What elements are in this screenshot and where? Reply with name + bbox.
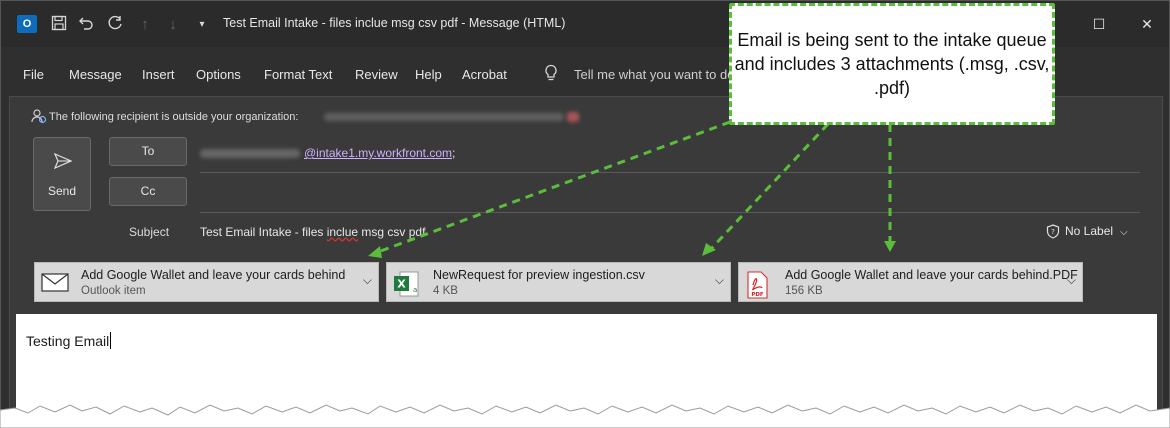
lightbulb-icon [544, 64, 558, 82]
svg-text:?: ? [1051, 228, 1055, 236]
send-icon [54, 153, 72, 169]
next-item-icon[interactable]: ↓ [163, 15, 183, 35]
menu-message[interactable]: Message [69, 67, 122, 82]
undo-icon[interactable] [76, 15, 96, 35]
envelope-icon [41, 271, 69, 295]
cc-field-underline [200, 212, 1140, 213]
text-caret [110, 332, 112, 349]
external-recipient-icon [31, 108, 47, 124]
cc-button[interactable]: Cc [109, 177, 187, 206]
subject-text-suffix: msg csv pdf [358, 225, 426, 239]
excel-icon: Xa [393, 271, 421, 297]
sensitivity-label-text: No Label [1065, 224, 1114, 238]
subject-label: Subject [129, 225, 170, 239]
save-icon[interactable] [49, 15, 69, 35]
chevron-down-icon[interactable]: ⌵ [1067, 273, 1076, 288]
window-title: Test Email Intake - files inclue msg csv… [223, 16, 566, 30]
subject-text-prefix: Test Email Intake - files [200, 225, 327, 239]
to-address-domain: @intake1.my.workfront.com [304, 146, 453, 160]
redacted-marker [567, 112, 579, 122]
cc-field[interactable] [200, 181, 1140, 209]
sensitivity-label-button[interactable]: ? No Label ⌵ [1046, 224, 1128, 239]
annotation-callout: Email is being sent to the intake queue … [729, 3, 1055, 125]
send-label: Send [47, 184, 77, 198]
callout-text: Email is being sent to the intake queue … [734, 30, 1050, 98]
pdf-icon: PDF [745, 271, 773, 299]
subject-misspelled-word: inclue [326, 225, 359, 239]
shield-icon: ? [1046, 224, 1060, 239]
send-button[interactable]: Send [33, 137, 91, 211]
to-field-underline [200, 172, 1140, 173]
attachment-name: Add Google Wallet and leave your cards b… [81, 268, 346, 282]
to-field[interactable]: @intake1.my.workfront.com; [200, 146, 455, 160]
menu-review[interactable]: Review [355, 67, 398, 82]
attachment-detail: 4 KB [433, 285, 458, 297]
chevron-down-icon[interactable]: ⌵ [715, 273, 724, 288]
menu-acrobat[interactable]: Acrobat [462, 67, 507, 82]
to-address-separator: ; [452, 146, 456, 160]
outlook-app-icon: O [17, 15, 37, 33]
tell-me-search[interactable]: Tell me what you want to do [574, 67, 734, 82]
attachment-name: Add Google Wallet and leave your cards b… [785, 268, 1078, 282]
message-body-content: Testing Email [26, 333, 110, 349]
redacted-to-local-part [200, 149, 300, 159]
redo-icon[interactable] [105, 15, 125, 35]
external-recipient-warning: The following recipient is outside your … [49, 111, 299, 123]
menu-format-text[interactable]: Format Text [264, 67, 332, 82]
attachment-csv[interactable]: Xa NewRequest for preview ingestion.csv … [386, 262, 731, 302]
attachment-detail: 156 KB [785, 285, 823, 297]
svg-text:X: X [397, 278, 406, 291]
attachment-msg[interactable]: Add Google Wallet and leave your cards b… [34, 262, 379, 302]
svg-text:PDF: PDF [751, 292, 764, 298]
chevron-down-icon: ⌵ [1120, 227, 1128, 238]
to-button[interactable]: To [109, 137, 187, 166]
menu-help[interactable]: Help [415, 67, 442, 82]
svg-text:a: a [413, 286, 417, 294]
attachment-pdf[interactable]: PDF Add Google Wallet and leave your car… [738, 262, 1083, 302]
attachment-detail: Outlook item [81, 285, 146, 297]
menu-options[interactable]: Options [196, 67, 241, 82]
customize-toolbar-icon[interactable]: ▾ [192, 15, 212, 35]
torn-edge-decoration [0, 404, 1170, 428]
message-body-text: Testing Email [26, 332, 112, 349]
menu-file[interactable]: File [23, 67, 44, 82]
menu-insert[interactable]: Insert [142, 67, 175, 82]
attachment-name: NewRequest for preview ingestion.csv [433, 268, 645, 282]
chevron-down-icon[interactable]: ⌵ [363, 273, 372, 288]
close-button[interactable]: ✕ [1132, 14, 1162, 34]
maximize-button[interactable]: ☐ [1084, 14, 1114, 34]
redacted-recipient [324, 113, 564, 121]
subject-field[interactable]: Test Email Intake - files inclue msg csv… [200, 225, 425, 239]
previous-item-icon[interactable]: ↑ [135, 15, 155, 35]
